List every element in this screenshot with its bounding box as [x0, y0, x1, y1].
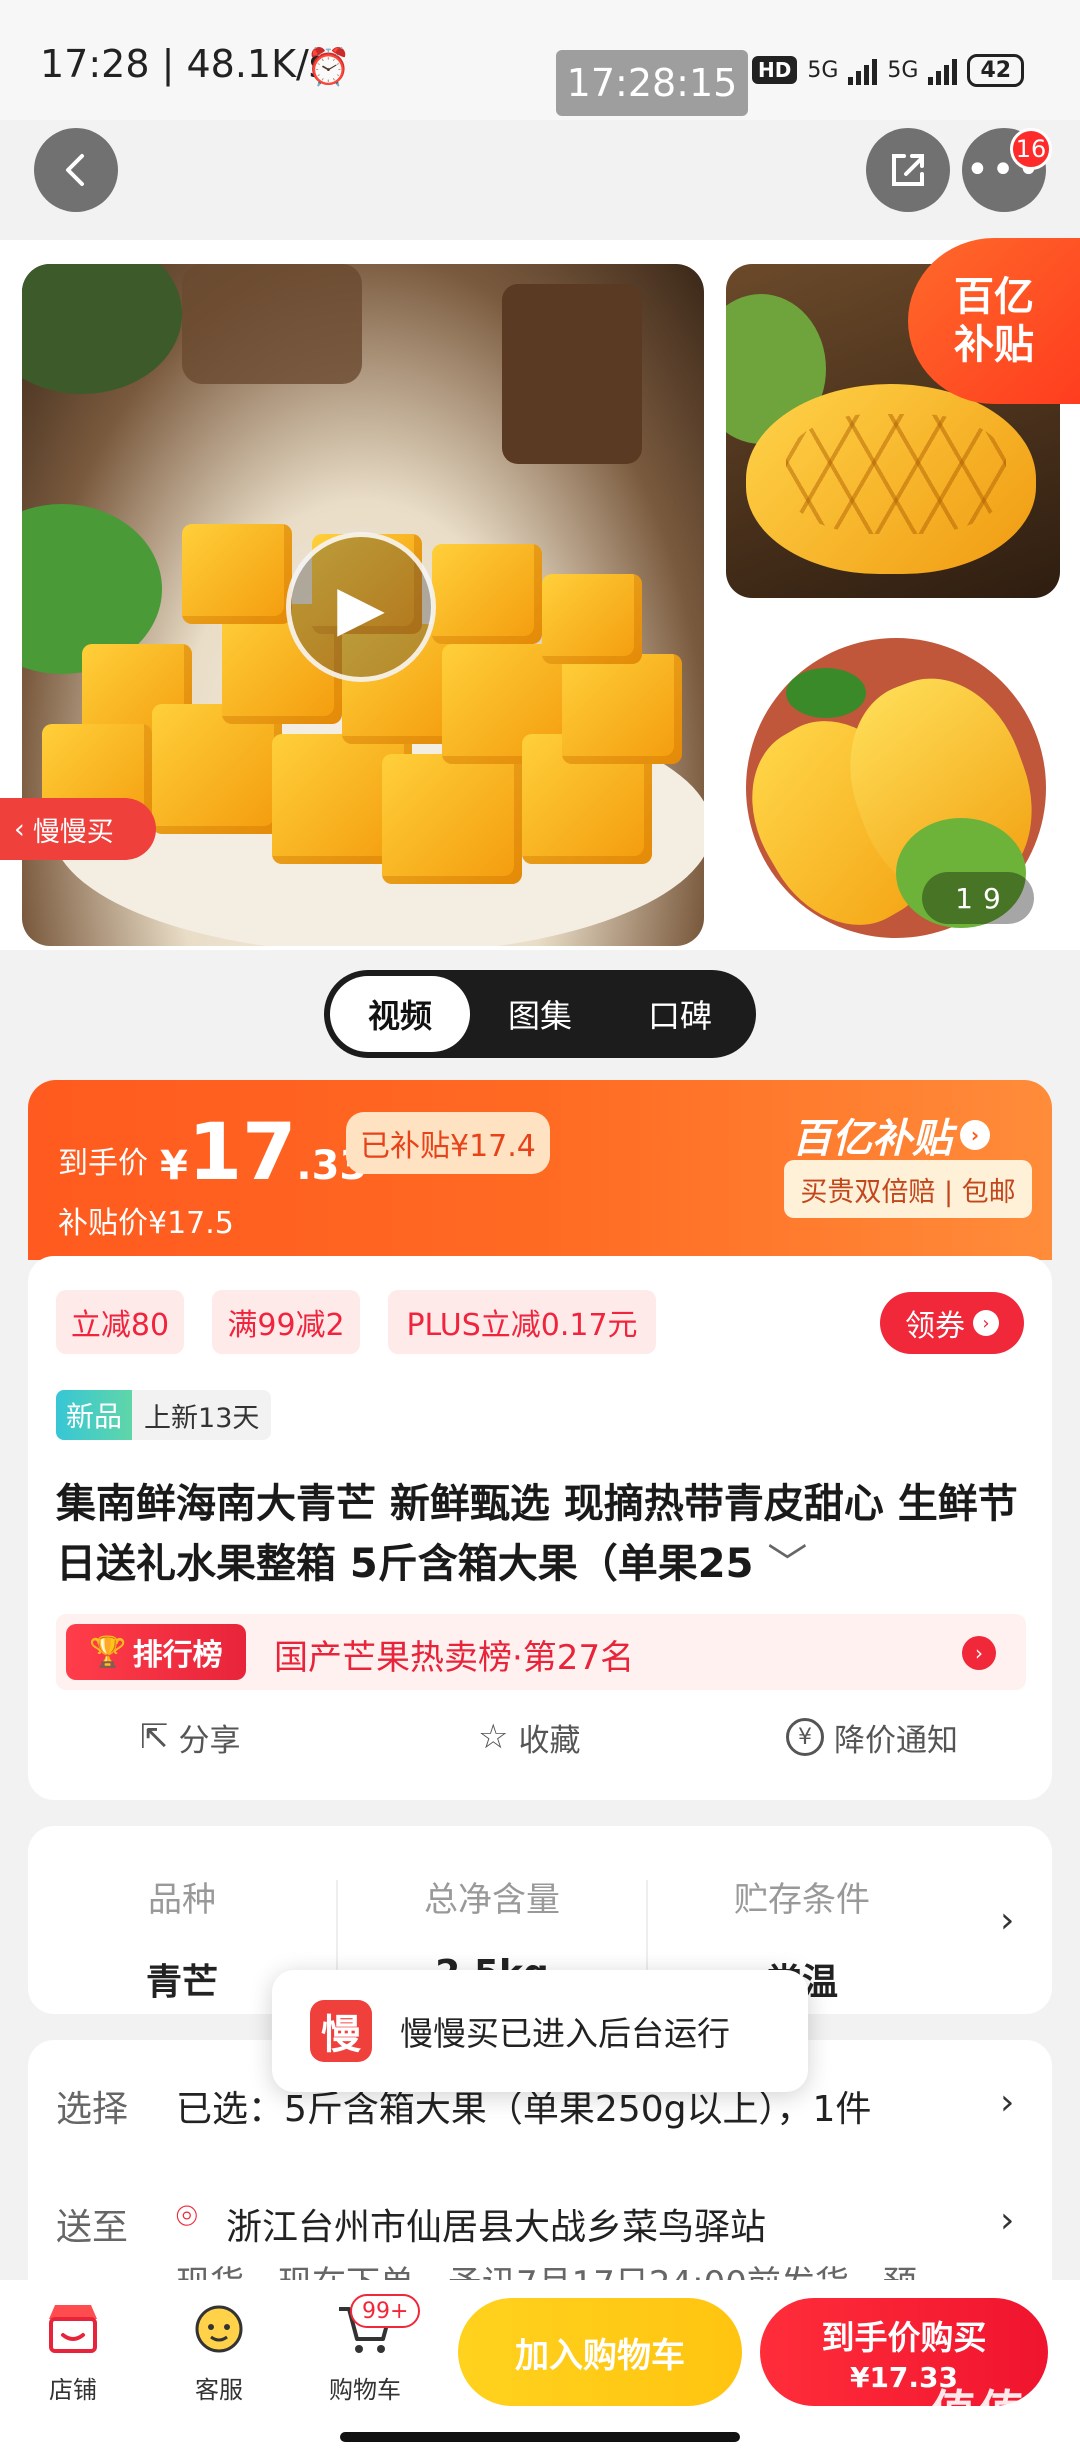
subsidy-price: 补贴价¥17.5 — [58, 1206, 234, 1241]
add-to-cart-button[interactable]: 加入购物车 — [458, 2298, 742, 2406]
share-action[interactable]: ⇱ 分享 — [140, 1712, 241, 1762]
ranking-badge: 🏆 排行榜 — [66, 1624, 246, 1680]
cart-label: 购物车 — [329, 2376, 401, 2404]
watermark-logo: 值值值 — [930, 2385, 1074, 2439]
tab-video[interactable]: 视频 — [330, 976, 470, 1052]
price-drop-alert-action[interactable]: ¥ 降价通知 — [786, 1712, 958, 1762]
chevron-right-icon[interactable]: › — [1000, 2082, 1014, 2123]
new-label: 新品 — [56, 1390, 133, 1440]
background-toast: 慢 慢慢买已进入后台运行 — [272, 1970, 808, 2092]
slow-buy-label: 慢慢买 — [32, 816, 114, 848]
slow-buy-app-icon: 慢 — [310, 2000, 372, 2062]
ranking-badge-label: 排行榜 — [132, 1638, 223, 1673]
new-days: 上新13天 — [144, 1402, 260, 1434]
play-video-button[interactable]: ▶ — [286, 532, 436, 682]
star-icon: ☆ — [478, 1717, 509, 1757]
customer-service-button[interactable]: 客服 — [164, 2296, 274, 2405]
final-price-label: 到手价 — [58, 1146, 148, 1181]
spec-label: 贮存条件 — [734, 1880, 870, 1920]
product-title-text: 集南鲜海南大青芒 新鲜甄选 现摘热带青皮甜心 生鲜节日送礼水果整箱 5斤含箱大果… — [56, 1481, 1018, 1587]
status-indicators: HD 5G 5G 42 — [752, 48, 1062, 92]
clock-badge: 17:28:15 — [556, 50, 748, 116]
location-pin-icon: ⌾ — [176, 2196, 198, 2237]
watermark-site: zhizhizhi.com — [934, 2442, 1070, 2460]
delivery-label: 送至 — [56, 2207, 129, 2248]
image-counter: 1 9 — [922, 872, 1034, 924]
cart-count-badge: 99+ — [350, 2294, 421, 2328]
final-price: ¥ 17 .33 — [160, 1108, 367, 1198]
favorite-label: 收藏 — [518, 1722, 581, 1759]
subsidized-amount: 已补贴¥17.4 — [346, 1112, 550, 1174]
price-drop-alert-label: 降价通知 — [834, 1722, 958, 1759]
get-coupon-label: 领券 — [905, 1309, 965, 1344]
new-product-tag: 新品 上新13天 — [56, 1390, 272, 1440]
watermark: 值值值 zhizhizhi.com — [930, 2376, 1074, 2460]
chevron-down-icon[interactable]: ﹀ — [767, 1541, 807, 1587]
chevron-right-icon: › — [960, 1120, 990, 1150]
subsidy-corner-line1: 百亿 — [954, 274, 1034, 320]
coupon-1[interactable]: 立减80 — [56, 1290, 184, 1354]
chevron-right-icon[interactable]: › — [1000, 1900, 1014, 1941]
network-2: 5G — [887, 57, 919, 83]
store-icon — [18, 2296, 128, 2362]
media-tabs: 视频 图集 口碑 — [324, 970, 756, 1058]
trophy-icon: 🏆 — [89, 1634, 127, 1670]
guarantee-badge: 买贵双倍赔 | 包邮 — [784, 1160, 1032, 1218]
store-button[interactable]: 店铺 — [18, 2296, 128, 2405]
network-1: 5G — [807, 57, 839, 83]
chevron-left-icon: ‹ — [14, 813, 25, 845]
play-icon: ▶ — [337, 570, 385, 644]
back-button[interactable] — [34, 128, 118, 212]
battery-icon: 42 — [967, 53, 1025, 87]
coupon-2[interactable]: 满99减2 — [212, 1290, 360, 1354]
share-icon: ⇱ — [140, 1717, 169, 1757]
favorite-action[interactable]: ☆ 收藏 — [478, 1712, 580, 1762]
back-arrow-icon — [66, 154, 84, 186]
delivery-address[interactable]: 浙江台州市仙居县大战乡菜鸟驿站 — [226, 2198, 766, 2250]
share-label: 分享 — [178, 1722, 241, 1759]
toast-message: 慢慢买已进入后台运行 — [400, 2014, 730, 2053]
counter-current: 1 — [955, 881, 973, 915]
subsidy-corner-badge: 百亿 补贴 — [908, 238, 1080, 404]
spec-label: 品种 — [148, 1880, 216, 1920]
chevron-right-icon: › — [973, 1310, 999, 1336]
price-currency: ¥ — [160, 1143, 188, 1189]
brand-label: 百亿补贴 — [792, 1116, 952, 1162]
signal-icon — [928, 55, 958, 85]
chevron-right-icon[interactable]: › — [962, 1636, 996, 1670]
home-indicator[interactable] — [340, 2432, 740, 2442]
store-label: 店铺 — [49, 2376, 97, 2404]
customer-service-label: 客服 — [195, 2376, 243, 2404]
tab-reviews[interactable]: 口碑 — [610, 976, 750, 1052]
more-badge: 16 — [1010, 128, 1052, 170]
price-integer: 17 — [187, 1108, 297, 1198]
alarm-icon: ⏰ — [306, 47, 351, 88]
chevron-right-icon[interactable]: › — [1000, 2200, 1014, 2241]
coupon-3[interactable]: PLUS立减0.17元 — [388, 1290, 656, 1354]
yen-icon: ¥ — [786, 1718, 824, 1756]
share-icon — [892, 154, 924, 186]
buy-now-label: 到手价购买 — [821, 2317, 987, 2357]
ranking-text: 国产芒果热卖榜·第27名 — [274, 1638, 635, 1678]
signal-icon — [848, 55, 878, 85]
select-label: 选择 — [56, 2089, 129, 2130]
billion-subsidy-logo[interactable]: 百亿补贴 › — [792, 1106, 990, 1164]
share-button[interactable] — [866, 128, 950, 212]
slow-buy-tab[interactable]: ‹ 慢慢买 — [0, 798, 156, 860]
delivery-eta: 现货，现在下单，予讯7月17日24:00前发货，预 — [176, 2256, 917, 2280]
tab-gallery[interactable]: 图集 — [470, 976, 610, 1052]
subsidy-corner-line2: 补贴 — [954, 322, 1034, 368]
customer-service-icon — [164, 2296, 274, 2362]
get-coupon-button[interactable]: 领券 › — [880, 1292, 1024, 1354]
status-time-speed: 17:28 | 48.1K/s — [40, 42, 329, 86]
hd-badge: HD — [752, 56, 798, 84]
product-title[interactable]: 集南鲜海南大青芒 新鲜甄选 现摘热带青皮甜心 生鲜节日送礼水果整箱 5斤含箱大果… — [56, 1474, 1026, 1594]
counter-total: 9 — [983, 881, 1001, 915]
spec-label: 总净含量 — [424, 1880, 560, 1920]
